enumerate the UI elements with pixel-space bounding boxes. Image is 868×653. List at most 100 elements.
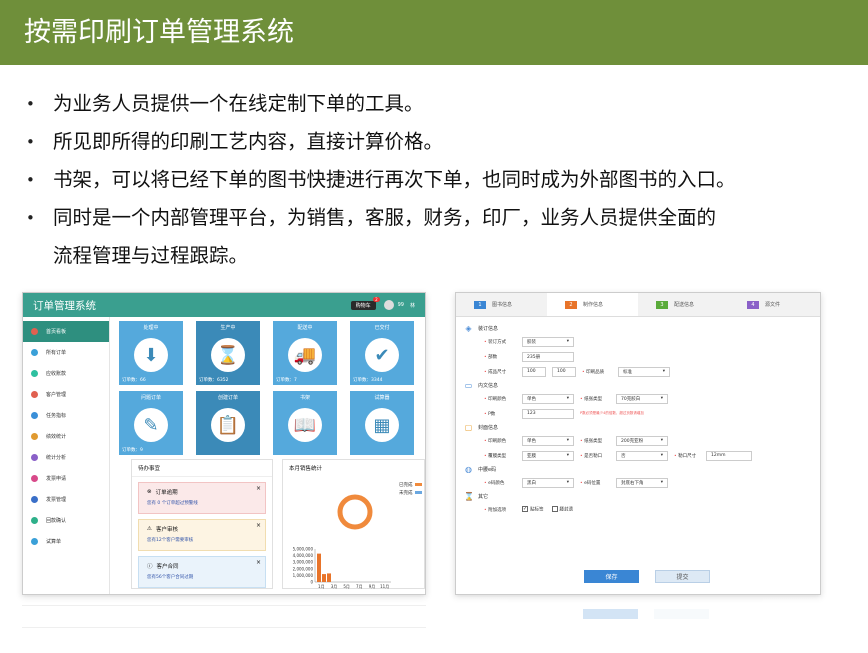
- sidebar-item[interactable]: 应收账款: [23, 363, 109, 384]
- option-wrap-checkbox[interactable]: 腰封遗: [551, 506, 573, 513]
- cart-badge: 2: [373, 296, 380, 302]
- form-tab[interactable]: 4 源文件: [729, 293, 820, 316]
- tab-number: 1: [474, 300, 486, 309]
- order-form-screenshot: 1 图书信息 2 制作信息 3 配送信息 4 源文件 ◈装订信息 装订方式 胶装▾ 部数 23…: [455, 292, 821, 595]
- save-button[interactable]: 保存: [584, 570, 639, 583]
- sidebar-item-label: 应收账款: [46, 371, 67, 377]
- menu-icon: [31, 517, 38, 524]
- close-icon[interactable]: ×: [256, 559, 261, 566]
- sidebar-item[interactable]: 回款确认: [23, 510, 109, 531]
- tile-icon: 📖: [288, 408, 322, 442]
- close-icon[interactable]: ×: [256, 485, 261, 492]
- sales-stats-panel: 本月销售统计 已完成 未完成 5,000,000 4,000,000 3,000,000…: [282, 459, 425, 589]
- alert-icon: ⓘ: [147, 564, 153, 570]
- legend-done-swatch: [415, 483, 422, 486]
- form-tab[interactable]: 1 图书信息: [456, 293, 547, 316]
- status-tile[interactable]: 配送中 🚚 订单数：7: [273, 321, 337, 385]
- sidebar-item[interactable]: 客户管理: [23, 384, 109, 405]
- sidebar-item-label: 试算单: [46, 539, 62, 545]
- status-tile[interactable]: 创建订单 📋: [196, 391, 260, 455]
- tile-icon: ✎: [134, 408, 168, 442]
- sidebar-item-label: 首页看板: [46, 329, 67, 335]
- form-tab[interactable]: 3 配送信息: [638, 293, 729, 316]
- hourglass-icon: ⌛: [464, 491, 474, 501]
- cover-icon: ▢: [464, 422, 473, 432]
- sidebar: 首页看板所有订单应收账款客户管理任务指标绩效统计统计分析 发票申请 发票管理回款确认…: [23, 317, 110, 594]
- inner-paper-select[interactable]: 70克胶白 ▾: [616, 393, 668, 404]
- sidebar-item[interactable]: 统计分析: [23, 447, 109, 468]
- donut-ring: [337, 494, 373, 530]
- close-icon[interactable]: ×: [256, 522, 261, 529]
- quality-select[interactable]: 标准 ▾: [618, 366, 670, 377]
- sidebar-item-label: 任务指标: [46, 413, 67, 419]
- sidebar-item[interactable]: 发票申请: [23, 468, 109, 489]
- sidebar-item[interactable]: 所有订单: [23, 342, 109, 363]
- submit-button[interactable]: 提交: [655, 570, 710, 583]
- status-tile[interactable]: 试算器 ▦: [350, 391, 414, 455]
- tile-icon: ⬇: [134, 338, 168, 372]
- status-tile[interactable]: 问题订单 ✎ 订单数：9: [119, 391, 183, 455]
- size-width-input[interactable]: 100: [522, 366, 546, 377]
- copies-input[interactable]: 235册: [522, 351, 574, 362]
- ecode-color-select[interactable]: 黑白 ▾: [522, 477, 574, 488]
- x-tick-label: 9月: [369, 584, 376, 589]
- menu-icon: [31, 349, 38, 356]
- alert-icon: ⚠: [147, 526, 152, 532]
- layers-icon: ◈: [465, 323, 472, 333]
- slide-title: 按需印刷订单管理系统: [0, 0, 868, 65]
- inner-color-select[interactable]: 单色 ▾: [522, 393, 574, 404]
- tile-count: 订单数：3344: [353, 378, 383, 383]
- ecode-position-select[interactable]: 封底右下角 ▾: [616, 477, 668, 488]
- tile-label: 处理中: [143, 325, 159, 331]
- tab-label: 制作信息: [583, 302, 604, 308]
- sidebar-item[interactable]: 首页看板: [23, 321, 109, 342]
- alert-title: 客户审核: [155, 527, 178, 533]
- alert-desc: 您有 0 个订单超过预警线: [147, 501, 198, 506]
- bullet-text: 所见即所得的印刷工艺内容，直接计算价格。: [53, 130, 444, 153]
- todo-alert[interactable]: ⊗ 订单逾期 您有 0 个订单超过预警线 ×: [138, 482, 266, 514]
- todo-alert[interactable]: ⓘ 客户合同 您有56个客户合同过期 ×: [138, 556, 266, 588]
- user-name[interactable]: 林: [410, 302, 415, 309]
- section-cover: ▢ 封面信息: [464, 422, 499, 432]
- sidebar-item-label: 绩效统计: [46, 434, 67, 440]
- form-tab[interactable]: 2 制作信息: [547, 293, 638, 316]
- sidebar-item[interactable]: 绩效统计: [23, 426, 109, 447]
- cover-paper-select[interactable]: 200克亚粉 ▾: [616, 435, 668, 446]
- cover-color-select[interactable]: 单色 ▾: [522, 435, 574, 446]
- binding-method-select[interactable]: 胶装 ▾: [522, 336, 574, 347]
- sales-chart: 已完成未完成 5,000,0004,000,000 3,000,0002,000,0…: [293, 481, 422, 589]
- tab-label: 源文件: [765, 302, 781, 308]
- sidebar-item[interactable]: 试算单: [23, 531, 109, 552]
- tile-count: 订单数：9: [122, 448, 143, 453]
- size-height-input[interactable]: 100: [552, 366, 576, 377]
- tile-count: 订单数：7: [276, 378, 297, 383]
- status-tile[interactable]: 处理中 ⬇ 订单数：66: [119, 321, 183, 385]
- status-tile[interactable]: 已交付 ✔ 订单数：3344: [350, 321, 414, 385]
- fold-select[interactable]: 否 ▾: [616, 450, 668, 461]
- todo-alert[interactable]: ⚠ 客户审核 您有12个客户需要审核 ×: [138, 519, 266, 551]
- section-binding: ◈ 装订信息: [465, 323, 499, 333]
- bullet-item: 书架，可以将已经下单的图书快捷进行再次下单，也同时成为外部图书的入口。: [26, 161, 856, 199]
- option-label-checkbox[interactable]: ✓ 贴标签: [522, 506, 544, 513]
- film-select[interactable]: 亚膜 ▾: [522, 450, 574, 461]
- status-tile[interactable]: 生产中 ⌛ 订单数：6352: [196, 321, 260, 385]
- page-count-input[interactable]: 123: [522, 408, 574, 419]
- form-row: e码颜色 黑白▾ e码位置 封底右下角▾: [484, 475, 810, 490]
- message-icon[interactable]: [383, 300, 394, 310]
- todo-title: 待办事宜: [132, 460, 272, 477]
- sidebar-item-label: 回款确认: [46, 518, 67, 524]
- menu-icon: [31, 412, 38, 419]
- bar: [327, 573, 331, 582]
- msg-count: 99: [397, 302, 404, 308]
- sidebar-item[interactable]: 任务指标: [23, 405, 109, 426]
- tile-icon: 📋: [211, 408, 245, 442]
- tile-icon: ▦: [365, 408, 399, 442]
- cart-button[interactable]: 购物车 2: [350, 296, 380, 310]
- fold-size-input[interactable]: 12mm: [706, 450, 752, 461]
- form-row: 装订方式 胶装▾: [484, 334, 810, 349]
- book-icon: ▭: [464, 380, 473, 390]
- section-middle: ◍ 中腰e码: [465, 464, 497, 474]
- tile-count: 订单数：6352: [199, 378, 229, 383]
- sidebar-item[interactable]: 发票管理: [23, 489, 109, 510]
- status-tile[interactable]: 书架 📖: [273, 391, 337, 455]
